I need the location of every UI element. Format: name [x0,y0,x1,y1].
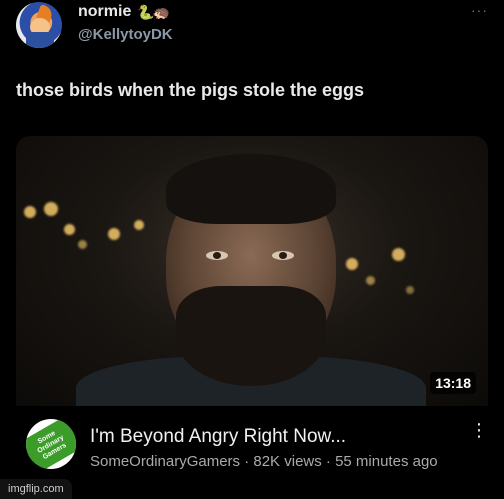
watermark: imgflip.com [0,479,72,499]
bokeh-light [366,276,375,285]
avatar-body [26,32,54,48]
person-eye [272,251,294,260]
user-handle[interactable]: @KellytoyDK [78,26,173,43]
post-text: those birds when the pigs stole the eggs [16,80,365,100]
display-name[interactable]: normie [78,3,131,21]
name-emoji-icon: 🐍🦔 [137,3,170,20]
bokeh-light [392,248,405,261]
person-beard [176,286,326,386]
bokeh-light [346,258,358,270]
video-meta: SomeOrdinaryGamers · 82K views · 55 minu… [90,453,438,470]
more-options-icon[interactable]: ··· [471,2,488,18]
bokeh-light [24,206,36,218]
bokeh-light [406,286,414,294]
bokeh-light [44,202,58,216]
video-thumbnail[interactable]: 13:18 [16,136,488,406]
channel-avatar[interactable]: Some Ordinary Gamers [26,419,76,469]
video-title[interactable]: I'm Beyond Angry Right Now... [90,426,346,448]
bokeh-light [134,220,144,230]
video-menu-icon[interactable]: ⋮ [470,421,488,439]
tweet-screenshot: normie 🐍🦔 @KellytoyDK ··· those birds wh… [0,0,504,499]
profile-avatar[interactable] [16,2,62,48]
bokeh-light [78,240,87,249]
person-hair [166,154,336,224]
bokeh-light [108,228,120,240]
person-eye [206,251,228,260]
bokeh-light [64,224,75,235]
name-line: normie 🐍🦔 [78,3,170,21]
video-duration-badge: 13:18 [430,372,476,394]
